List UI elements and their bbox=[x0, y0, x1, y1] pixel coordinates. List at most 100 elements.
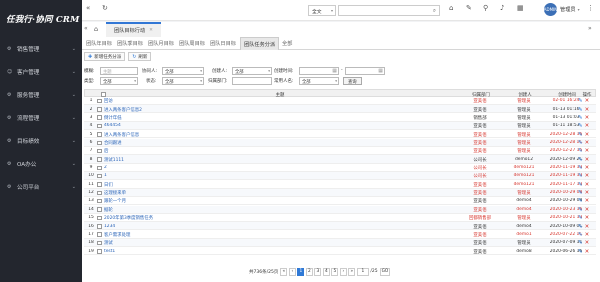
table-row[interactable]: 9 2 公司长 demo121 2020-11-19 13 ✎ ✕ bbox=[84, 164, 596, 172]
status-select[interactable]: 全部 ▾ bbox=[162, 77, 204, 85]
delete-icon[interactable]: ✕ bbox=[585, 198, 590, 204]
table-row[interactable]: 3 倒计年低 销售部 管理员 01-13 01:03 ✎ ✕ bbox=[84, 114, 596, 122]
tab-scroll-left-icon[interactable]: « bbox=[84, 25, 88, 32]
row-checkbox-cell[interactable] bbox=[97, 173, 102, 179]
row-title[interactable]: 客户需求处理 bbox=[104, 232, 454, 238]
delete-icon[interactable]: ✕ bbox=[585, 98, 590, 104]
sidebar-item-service[interactable]: ⚙ 服务管理 ⌄ bbox=[0, 83, 82, 106]
edit-icon[interactable]: ✎ bbox=[578, 182, 583, 188]
edit-icon[interactable]: ✎ bbox=[578, 173, 583, 179]
edit-icon[interactable]: ✎ bbox=[578, 140, 583, 146]
sidebar-item-process[interactable]: ⚙ 流程管理 ⌄ bbox=[0, 106, 82, 129]
row-checkbox[interactable] bbox=[97, 123, 102, 129]
refresh-button[interactable]: ↻ 刷新 bbox=[128, 52, 152, 61]
row-checkbox-cell[interactable] bbox=[97, 165, 102, 171]
tab-team-month-goal[interactable]: 团队月目标 bbox=[148, 37, 174, 50]
delete-icon[interactable]: ✕ bbox=[585, 148, 590, 154]
table-row[interactable]: 19 test1 亚美佰 demo8 2020-06-26 16 ✎ ✕ bbox=[84, 247, 596, 256]
table-row[interactable]: 8 测试1111 公司长 demo12 2020-12-09 2C ✎ ✕ bbox=[84, 155, 596, 164]
table-row[interactable]: 6 合同跟进 亚美佰 管理员 2020-12-28 1C ✎ ✕ bbox=[84, 138, 596, 147]
dept-input[interactable] bbox=[232, 77, 272, 85]
close-icon[interactable]: ✕ bbox=[149, 28, 153, 33]
first-page-button[interactable]: « bbox=[280, 267, 288, 276]
delete-icon[interactable]: ✕ bbox=[585, 190, 590, 196]
edit-icon[interactable]: ✎ bbox=[578, 240, 583, 246]
pen-icon[interactable]: ✎ bbox=[466, 5, 472, 12]
row-title[interactable]: 倒计年低 bbox=[104, 115, 454, 121]
row-checkbox[interactable] bbox=[97, 157, 102, 162]
edit-icon[interactable]: ✎ bbox=[578, 249, 583, 255]
row-checkbox[interactable] bbox=[97, 140, 102, 146]
delete-icon[interactable]: ✕ bbox=[585, 232, 590, 238]
row-title[interactable]: 2020年第3季度销售任务 bbox=[104, 215, 454, 221]
row-checkbox-cell[interactable] bbox=[97, 132, 102, 137]
row-checkbox-cell[interactable] bbox=[97, 198, 102, 204]
edit-icon[interactable]: ✎ bbox=[578, 232, 583, 238]
page-button-1[interactable]: 1 bbox=[297, 267, 305, 276]
home-icon[interactable]: ⌂ bbox=[449, 5, 453, 12]
home-tab-icon[interactable]: ⌂ bbox=[94, 25, 98, 33]
row-checkbox-cell[interactable] bbox=[97, 123, 102, 129]
edit-icon[interactable]: ✎ bbox=[578, 123, 583, 129]
delete-icon[interactable]: ✕ bbox=[585, 115, 590, 121]
sidebar-item-customers[interactable]: ☺ 客户管理 ⌄ bbox=[0, 60, 82, 83]
tab-team-year-goal[interactable]: 团队年目标 bbox=[86, 37, 112, 50]
more-icon[interactable]: ⋮ bbox=[587, 5, 594, 12]
refresh-icon[interactable]: ↻ bbox=[102, 5, 108, 12]
row-checkbox-cell[interactable] bbox=[97, 182, 102, 187]
tab-team-week-goal[interactable]: 团队周目标 bbox=[179, 37, 205, 50]
collapse-menu-icon[interactable]: « bbox=[86, 5, 90, 12]
row-title[interactable]: 测试1111 bbox=[104, 157, 454, 163]
edit-icon[interactable]: ✎ bbox=[578, 207, 583, 213]
row-title[interactable]: 后 bbox=[104, 148, 454, 154]
row-checkbox[interactable] bbox=[97, 107, 102, 112]
delete-icon[interactable]: ✕ bbox=[585, 107, 590, 113]
user-menu[interactable]: ADMIN 管理员 ▾ bbox=[544, 3, 580, 16]
row-checkbox-cell[interactable] bbox=[97, 224, 102, 229]
row-checkbox-cell[interactable] bbox=[97, 107, 102, 112]
row-checkbox-cell[interactable] bbox=[97, 148, 102, 154]
tab-team-task-assign[interactable]: 团队任务分派 bbox=[240, 37, 280, 50]
search-input[interactable]: ⌕ bbox=[338, 5, 440, 16]
row-checkbox[interactable] bbox=[97, 215, 102, 221]
row-title[interactable]: 1 bbox=[104, 173, 454, 178]
bell-icon[interactable]: ♪ bbox=[500, 5, 504, 12]
edit-icon[interactable]: ✎ bbox=[578, 157, 583, 163]
table-row[interactable]: 14 据轮 亚美佰 demo4 2020-10-23 16 ✎ ✕ bbox=[84, 205, 596, 214]
row-checkbox-cell[interactable] bbox=[97, 232, 102, 237]
delete-icon[interactable]: ✕ bbox=[585, 249, 590, 255]
delete-icon[interactable]: ✕ bbox=[585, 215, 590, 221]
row-checkbox[interactable] bbox=[97, 198, 102, 204]
row-title[interactable]: 测试 bbox=[104, 240, 454, 246]
creator-select[interactable]: 全部 ▾ bbox=[232, 67, 272, 75]
row-checkbox[interactable] bbox=[97, 173, 102, 179]
row-title[interactable]: 1234 bbox=[104, 224, 454, 229]
row-title[interactable]: 合同跟进 bbox=[104, 140, 454, 146]
edit-icon[interactable]: ✎ bbox=[578, 215, 583, 221]
ctime-to-input[interactable]: ▦ bbox=[345, 67, 385, 75]
edit-icon[interactable]: ✎ bbox=[578, 132, 583, 138]
row-checkbox[interactable] bbox=[97, 148, 102, 154]
table-row[interactable]: 7 后亚美佰 管理员 2020-12-27 15 ✎ ✕ bbox=[84, 147, 596, 156]
edit-icon[interactable]: ✎ bbox=[578, 198, 583, 204]
page-button-4[interactable]: 4 bbox=[322, 267, 330, 276]
delete-icon[interactable]: ✕ bbox=[585, 165, 590, 171]
tab-all[interactable]: 全部 bbox=[282, 37, 292, 50]
delete-icon[interactable]: ✕ bbox=[585, 173, 590, 179]
row-checkbox-cell[interactable] bbox=[97, 157, 102, 162]
row-checkbox-cell[interactable] bbox=[97, 249, 102, 254]
new-task-button[interactable]: ✚ 新增任务分派 bbox=[84, 52, 126, 61]
table-row[interactable]: 15 2020年第3季度销售任务 回都销售部 管理员 2020-10-21 13 ✎ ✕ bbox=[84, 214, 596, 222]
table-row[interactable]: 5 进入两条客户信息 亚美佰 管理员 2020-12-28 16 ✎ ✕ bbox=[84, 130, 596, 139]
row-checkbox[interactable] bbox=[97, 207, 102, 212]
sidebar-item-oa[interactable]: ⚙ OA办公 ⌄ bbox=[0, 152, 82, 175]
delete-icon[interactable]: ✕ bbox=[585, 140, 590, 146]
last-page-button[interactable]: » bbox=[348, 267, 356, 276]
table-row[interactable]: 12 这理接来单 亚美佰 管理员 2020-10-29 08 ✎ ✕ bbox=[84, 188, 596, 197]
page-button-3[interactable]: 3 bbox=[314, 267, 322, 276]
prev-page-button[interactable]: ‹ bbox=[288, 267, 296, 276]
ctime-from-input[interactable]: ▦ bbox=[299, 67, 339, 75]
row-checkbox[interactable] bbox=[97, 165, 102, 171]
row-checkbox[interactable] bbox=[97, 190, 102, 196]
row-title[interactable]: 据轮 bbox=[104, 207, 454, 213]
